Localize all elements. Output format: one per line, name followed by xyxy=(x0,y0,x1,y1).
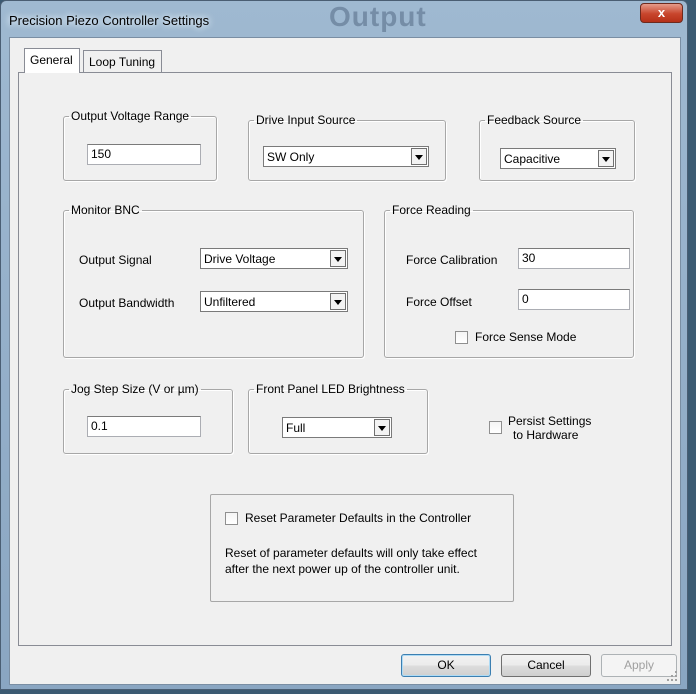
jog-step-group: Jog Step Size (V or µm) 0.1 xyxy=(63,382,233,454)
persist-settings-checkbox[interactable] xyxy=(489,421,502,434)
dialog-client-area: General Loop Tuning Output Voltage Range… xyxy=(9,37,681,685)
force-offset-label: Force Offset xyxy=(406,295,472,309)
input-value: 0 xyxy=(522,292,529,306)
chevron-down-icon[interactable] xyxy=(330,293,346,310)
output-voltage-group: Output Voltage Range 150 xyxy=(63,109,217,181)
chevron-down-icon[interactable] xyxy=(374,419,390,436)
select-value: Unfiltered xyxy=(204,295,256,309)
tab-general[interactable]: General xyxy=(24,48,80,73)
ok-button[interactable]: OK xyxy=(401,654,491,677)
tab-label: Loop Tuning xyxy=(89,55,156,69)
output-voltage-input[interactable]: 150 xyxy=(87,144,201,165)
reset-defaults-label[interactable]: Reset Parameter Defaults in the Controll… xyxy=(245,511,471,525)
select-value: SW Only xyxy=(267,150,315,164)
resize-grip-icon[interactable] xyxy=(666,670,678,682)
title-bar[interactable]: Output Precision Piezo Controller Settin… xyxy=(1,1,687,37)
tab-label: General xyxy=(30,53,73,67)
select-value: Full xyxy=(286,421,306,435)
drive-input-select[interactable]: SW Only xyxy=(263,146,429,167)
background-window-title: Output xyxy=(329,1,427,32)
drive-input-group: Drive Input Source SW Only xyxy=(248,113,446,181)
input-value: 0.1 xyxy=(91,419,108,433)
led-brightness-select[interactable]: Full xyxy=(282,417,392,438)
group-title: Monitor BNC xyxy=(71,203,140,217)
output-signal-select[interactable]: Drive Voltage xyxy=(200,248,348,269)
chevron-down-icon[interactable] xyxy=(598,150,614,167)
chevron-down-icon[interactable] xyxy=(330,250,346,267)
persist-settings-line1: Persist Settings xyxy=(508,414,592,428)
general-tab-panel: Output Voltage Range 150 Drive Input Sou… xyxy=(18,72,672,646)
force-calibration-input[interactable]: 30 xyxy=(518,248,630,269)
persist-settings-line2: to Hardware xyxy=(513,428,579,442)
feedback-source-select[interactable]: Capacitive xyxy=(500,148,616,169)
group-title: Output Voltage Range xyxy=(71,109,190,123)
reset-note-line1: Reset of parameter defaults will only ta… xyxy=(225,546,477,560)
cancel-button[interactable]: Cancel xyxy=(501,654,591,677)
group-title: Drive Input Source xyxy=(256,113,356,127)
group-title: Jog Step Size (V or µm) xyxy=(71,382,199,396)
group-title: Feedback Source xyxy=(487,113,582,127)
output-signal-label: Output Signal xyxy=(79,253,152,267)
input-value: 30 xyxy=(522,251,536,265)
output-bandwidth-select[interactable]: Unfiltered xyxy=(200,291,348,312)
persist-settings-label[interactable]: Persist Settings to Hardware xyxy=(508,414,591,442)
monitor-bnc-group: Monitor BNC Output Signal Drive Voltage … xyxy=(63,203,364,358)
select-value: Capacitive xyxy=(504,152,561,166)
chevron-down-icon[interactable] xyxy=(411,148,427,165)
window-title: Precision Piezo Controller Settings xyxy=(9,13,210,28)
force-sense-mode-checkbox[interactable] xyxy=(455,331,468,344)
close-icon: x xyxy=(657,5,666,20)
force-reading-group: Force Reading Force Calibration 30 Force… xyxy=(384,203,634,358)
settings-window: Output Precision Piezo Controller Settin… xyxy=(0,0,688,690)
force-sense-mode-label[interactable]: Force Sense Mode xyxy=(475,330,576,344)
tab-loop-tuning[interactable]: Loop Tuning xyxy=(83,50,163,72)
output-bandwidth-label: Output Bandwidth xyxy=(79,296,175,310)
reset-defaults-checkbox[interactable] xyxy=(225,512,238,525)
led-brightness-group: Front Panel LED Brightness Full xyxy=(248,382,428,454)
force-calibration-label: Force Calibration xyxy=(406,253,498,267)
group-title: Force Reading xyxy=(392,203,471,217)
select-value: Drive Voltage xyxy=(204,252,276,266)
close-button[interactable]: x xyxy=(640,3,683,23)
jog-step-input[interactable]: 0.1 xyxy=(87,416,201,437)
input-value: 150 xyxy=(91,147,112,161)
force-offset-input[interactable]: 0 xyxy=(518,289,630,310)
feedback-source-group: Feedback Source Capacitive xyxy=(479,113,635,181)
reset-note-line2: after the next power up of the controlle… xyxy=(225,562,460,576)
group-title: Front Panel LED Brightness xyxy=(256,382,405,396)
reset-defaults-group: Reset Parameter Defaults in the Controll… xyxy=(210,494,514,602)
